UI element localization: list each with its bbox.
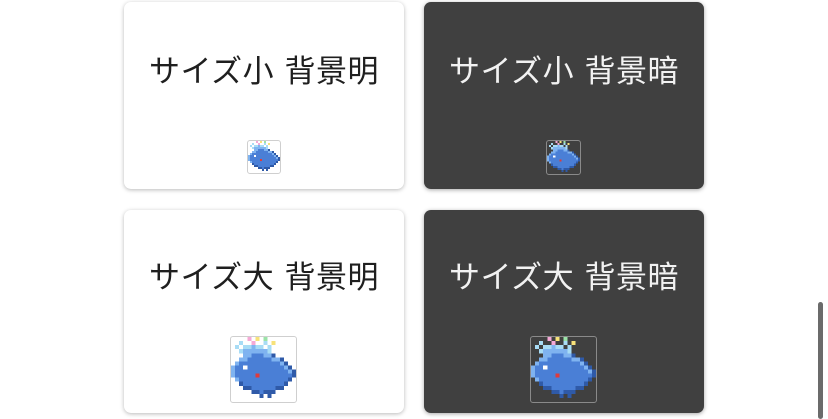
card-small-light[interactable]: サイズ小 背景明 [124, 2, 404, 189]
card-title: サイズ小 背景明 [149, 54, 379, 90]
whale-pixel-icon [247, 140, 281, 174]
card-title: サイズ大 背景暗 [449, 260, 679, 296]
scrollbar-thumb[interactable] [818, 302, 823, 419]
card-title: サイズ大 背景明 [149, 260, 379, 296]
card-title: サイズ小 背景暗 [449, 54, 679, 90]
whale-pixel-icon [530, 336, 597, 403]
card-large-light[interactable]: サイズ大 背景明 [124, 210, 404, 413]
card-large-dark[interactable]: サイズ大 背景暗 [424, 210, 704, 413]
whale-pixel-icon [546, 140, 581, 175]
page-canvas: サイズ小 背景明 サイズ小 背景暗 サイズ大 背景明 サイズ大 背景暗 [0, 0, 828, 419]
whale-pixel-icon [230, 336, 297, 403]
card-small-dark[interactable]: サイズ小 背景暗 [424, 2, 704, 189]
